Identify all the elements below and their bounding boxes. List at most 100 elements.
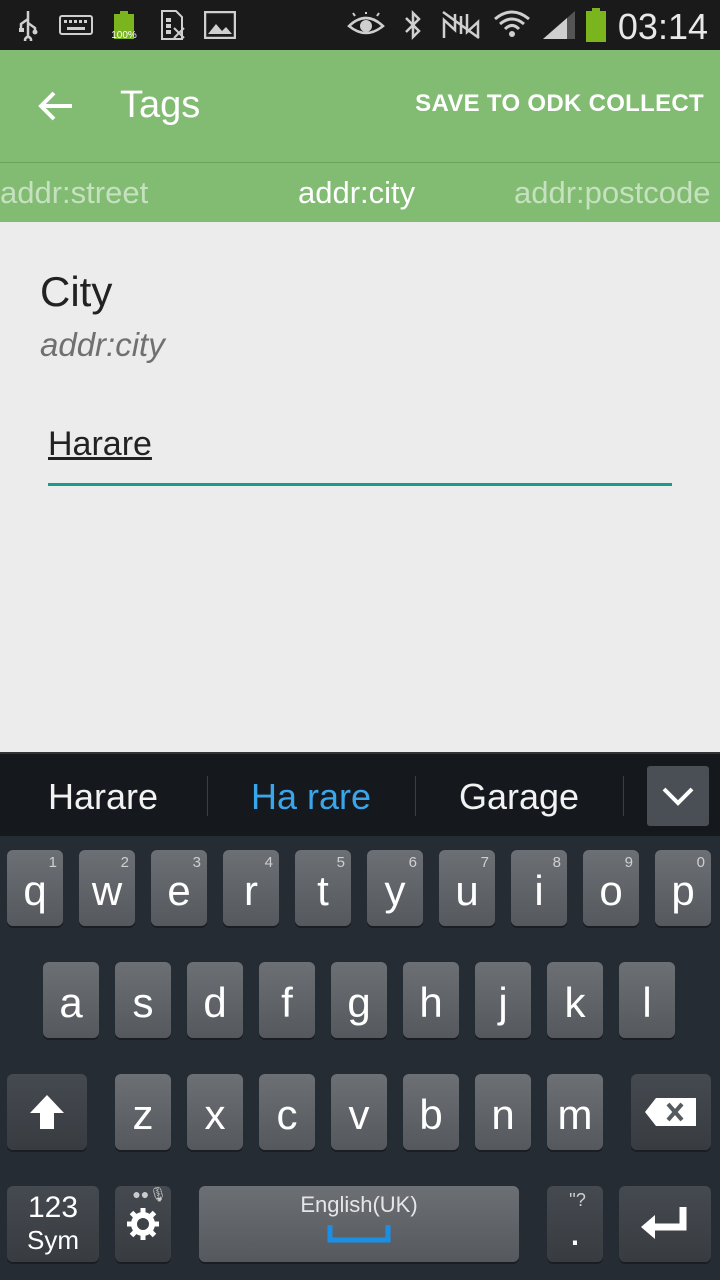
key-hint: 4 (264, 854, 273, 871)
key-label: y (384, 867, 406, 914)
key-hint: 5 (336, 854, 345, 871)
city-input[interactable] (48, 420, 672, 486)
key-r[interactable]: 4r (223, 850, 279, 926)
key-y[interactable]: 6y (367, 850, 423, 926)
key-label: p (671, 867, 695, 914)
tab-addr-street[interactable]: addr:street (0, 175, 148, 211)
key-j[interactable]: j (475, 962, 531, 1038)
period-key[interactable]: ''? . (547, 1186, 603, 1262)
shift-key[interactable] (7, 1074, 87, 1150)
tab-addr-postcode[interactable]: addr:postcode (514, 175, 710, 211)
battery-full-icon: 100% (108, 8, 140, 42)
key-label: g (347, 979, 371, 1026)
key-m[interactable]: m (547, 1074, 603, 1150)
enter-arrow-icon (641, 1207, 687, 1239)
expand-suggestions-button[interactable] (647, 766, 709, 826)
key-f[interactable]: f (259, 962, 315, 1038)
key-h[interactable]: h (403, 962, 459, 1038)
shift-arrow-icon (30, 1095, 64, 1129)
keyboard: Harare Ha rare Garage 1q2w3e4r5t6y7u8i9o… (0, 752, 720, 1280)
image-icon (202, 8, 238, 42)
field-key: addr:city (40, 326, 165, 363)
key-v[interactable]: v (331, 1074, 387, 1150)
eye-icon (346, 8, 386, 42)
suggestion-divider (415, 776, 416, 816)
field-title: City (40, 268, 113, 315)
key-hint: 3 (192, 854, 201, 871)
gear-icon (127, 1208, 159, 1240)
page-title: Tags (120, 84, 201, 126)
key-e[interactable]: 3e (151, 850, 207, 926)
chevron-down-icon (662, 787, 694, 806)
backspace-key[interactable] (631, 1074, 711, 1150)
key-label: z (132, 1091, 154, 1138)
symbols-key-bottom: Sym (27, 1225, 79, 1255)
key-t[interactable]: 5t (295, 850, 351, 926)
key-hint: 8 (552, 854, 561, 871)
key-label: a (59, 979, 83, 1026)
microphone-icon: ●●🎙 (132, 1186, 167, 1202)
key-a[interactable]: a (43, 962, 99, 1038)
key-hint: 7 (480, 854, 489, 871)
nfc-muted-icon (440, 8, 482, 42)
settings-key[interactable]: ●●🎙 (115, 1186, 171, 1262)
tag-tab-strip[interactable]: addr:street addr:city addr:postcode (0, 162, 720, 222)
key-label: b (419, 1091, 443, 1138)
key-hint: 0 (696, 854, 705, 871)
key-u[interactable]: 7u (439, 850, 495, 926)
key-label: t (317, 867, 329, 914)
keyboard-icon (58, 8, 94, 42)
tab-addr-city[interactable]: addr:city (298, 175, 415, 211)
suggestion-3[interactable]: Garage (424, 776, 614, 818)
battery-percent: 100% (111, 30, 137, 41)
key-k[interactable]: k (547, 962, 603, 1038)
key-w[interactable]: 2w (79, 850, 135, 926)
key-n[interactable]: n (475, 1074, 531, 1150)
key-d[interactable]: d (187, 962, 243, 1038)
space-key[interactable]: English(UK) (199, 1186, 519, 1262)
signal-icon (540, 8, 578, 42)
key-label: m (557, 1091, 593, 1138)
key-label: u (455, 867, 479, 914)
key-label: f (281, 979, 293, 1026)
key-x[interactable]: x (187, 1074, 243, 1150)
key-label: r (244, 867, 258, 914)
key-label: n (491, 1091, 515, 1138)
key-label: j (498, 979, 508, 1026)
enter-key[interactable] (619, 1186, 711, 1262)
keyboard-language-label: English(UK) (300, 1192, 418, 1217)
symbols-key[interactable]: 123 Sym (7, 1186, 99, 1262)
sim-card-icon (156, 8, 190, 42)
key-i[interactable]: 8i (511, 850, 567, 926)
suggestion-1[interactable]: Harare (8, 776, 198, 818)
key-hint: 6 (408, 854, 417, 871)
key-hint: 2 (120, 854, 129, 871)
key-label: k (564, 979, 586, 1026)
usb-icon (14, 8, 42, 42)
arrow-back-icon (38, 91, 72, 121)
save-to-odk-collect-button[interactable]: SAVE TO ODK COLLECT (415, 90, 704, 118)
key-label: e (167, 867, 191, 914)
key-c[interactable]: c (259, 1074, 315, 1150)
battery-icon (582, 8, 610, 42)
key-label: o (599, 867, 623, 914)
symbols-key-top: 123 (27, 1191, 79, 1224)
key-b[interactable]: b (403, 1074, 459, 1150)
key-o[interactable]: 9o (583, 850, 639, 926)
key-z[interactable]: z (115, 1074, 171, 1150)
key-p[interactable]: 0p (655, 850, 711, 926)
key-label: h (419, 979, 443, 1026)
back-button[interactable] (28, 78, 84, 134)
suggestion-2[interactable]: Ha rare (216, 776, 406, 818)
key-s[interactable]: s (115, 962, 171, 1038)
suggestion-divider (623, 776, 624, 816)
key-label: x (204, 1091, 226, 1138)
space-bar-icon (327, 1225, 391, 1243)
period-key-hint: ''? (569, 1190, 586, 1210)
key-hint: 9 (624, 854, 633, 871)
key-q[interactable]: 1q (7, 850, 63, 926)
key-l[interactable]: l (619, 962, 675, 1038)
key-label: v (348, 1091, 370, 1138)
key-g[interactable]: g (331, 962, 387, 1038)
bluetooth-icon (398, 8, 428, 42)
